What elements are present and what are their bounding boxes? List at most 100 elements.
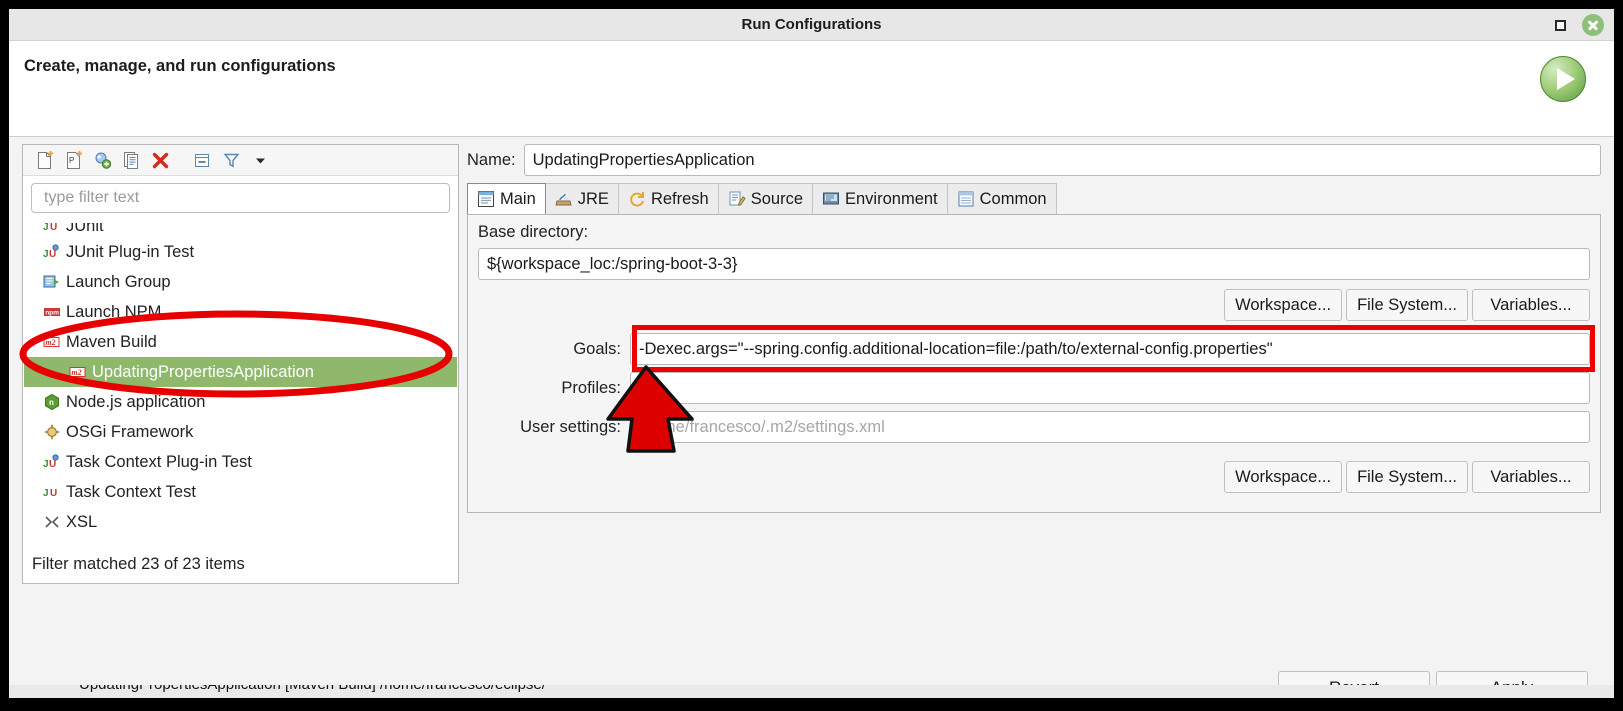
refresh-tab-icon [628,190,646,208]
name-label: Name: [467,151,516,170]
file-system-button[interactable]: File System... [1346,289,1468,321]
new-document-icon[interactable] [31,148,57,172]
revert-apply-buttons: Revert Apply [1278,671,1588,685]
configuration-name-input[interactable] [524,144,1601,176]
tree-item-label: XSL [66,513,97,532]
tab-label: Environment [845,190,938,209]
clipped-background-text: UpdatingPropertiesApplication [Maven Bui… [9,685,1614,698]
junit-plugin-icon: JU [42,453,62,471]
revert-button[interactable]: Revert [1278,671,1430,685]
apply-button[interactable]: Apply [1436,671,1588,685]
maximize-icon[interactable] [1552,16,1570,34]
filter-funnel-icon[interactable] [218,148,244,172]
tab-refresh[interactable]: Refresh [619,183,719,214]
tree-item-task-context-plug-in-test[interactable]: JUTask Context Plug-in Test [24,447,457,477]
delete-x-icon[interactable] [147,148,173,172]
close-icon[interactable] [1582,14,1604,36]
goals-row: Goals: [478,333,1590,365]
window-titlebar: Run Configurations [9,9,1614,41]
npm-icon: npm [42,303,62,321]
filter-status-text: Filter matched 23 of 23 items [24,546,457,582]
tab-label: Common [980,190,1047,209]
tree-item-label: Launch Group [66,273,171,292]
svg-text:U: U [49,459,56,470]
tree-item-label: JUnit Plug-in Test [66,243,194,262]
variables-button-2[interactable]: Variables... [1472,461,1590,493]
tree-item-maven-build[interactable]: ▾m2Maven Build [24,327,457,357]
chevron-down-icon[interactable] [247,148,273,172]
tab-source[interactable]: Source [719,183,813,214]
base-directory-input[interactable] [478,248,1590,280]
page-title: Create, manage, and run configurations [24,57,336,76]
variables-button[interactable]: Variables... [1472,289,1590,321]
svg-text:n: n [49,398,54,407]
tree-item-label: Task Context Plug-in Test [66,453,252,472]
export-icon[interactable] [89,148,115,172]
junit-icon: JU [42,223,62,235]
tree-item-junit[interactable]: JU JUnit [24,223,457,237]
tree-item-xsl[interactable]: XSL [24,507,457,537]
tab-label: Main [500,190,536,209]
configurations-tree-panel: P [22,144,459,584]
jre-tab-icon [555,190,573,208]
maven-m2-icon: m2 [68,363,88,381]
tree-item-node-js-application[interactable]: nNode.js application [24,387,457,417]
junit-plugin-icon: JU [42,243,62,261]
svg-text:U: U [49,249,56,260]
tree-item-label: JUnit [66,223,104,236]
tab-label: Source [751,190,803,209]
tree-item-updatingpropertiesapplication[interactable]: m2UpdatingPropertiesApplication [24,357,457,387]
goals-input[interactable] [630,333,1590,365]
duplicate-icon[interactable] [118,148,144,172]
configuration-editor: Name: Main JRE Refresh Source Environment Com… [467,144,1601,657]
launch-group-icon [42,273,62,291]
tab-common[interactable]: Common [948,183,1057,214]
goals-label: Goals: [478,340,630,359]
tab-label: JRE [578,190,609,209]
expand-arrow-icon[interactable]: ▾ [30,337,40,348]
collapse-all-icon[interactable] [189,148,215,172]
svg-text:npm: npm [45,310,59,317]
workspace-button-2[interactable]: Workspace... [1224,461,1342,493]
tab-label: Refresh [651,190,709,209]
configuration-tabs[interactable]: Main JRE Refresh Source Environment Common [467,182,1601,215]
tree-item-label: Task Context Test [66,483,196,502]
xsl-icon [42,513,62,531]
user-settings-buttons: Workspace... File System... Variables... [1224,461,1590,493]
osgi-icon [42,423,62,441]
tree-item-label: Launch NPM [66,303,161,322]
search-input[interactable] [42,188,439,208]
tab-jre[interactable]: JRE [546,183,619,214]
tree-item-launch-npm[interactable]: npm Launch NPM [24,297,457,327]
tab-main[interactable]: Main [467,183,546,214]
new-prototype-icon[interactable]: P [60,148,86,172]
profiles-row: Profiles: [478,372,1590,404]
svg-text:U: U [50,488,57,499]
user-settings-input[interactable] [630,411,1590,443]
window-title: Run Configurations [9,9,1614,40]
filter-input-wrapper[interactable] [31,183,450,213]
tree-item-launch-group[interactable]: Launch Group [24,267,457,297]
tree-item-junit-plug-in-test[interactable]: JUJUnit Plug-in Test [24,237,457,267]
tree-item-task-context-test[interactable]: JU Task Context Test [24,477,457,507]
svg-text:P: P [69,156,74,165]
tree-item-label: UpdatingPropertiesApplication [92,363,314,382]
name-row: Name: [467,144,1601,176]
svg-text:U: U [50,223,57,233]
svg-text:J: J [43,459,49,470]
workspace-button[interactable]: Workspace... [1224,289,1342,321]
svg-text:J: J [43,488,49,499]
profiles-input[interactable] [630,372,1590,404]
tree-toolbar: P [23,145,458,176]
nodejs-icon: n [42,393,62,411]
tree-item-label: OSGi Framework [66,423,193,442]
base-directory-label: Base directory: [478,223,588,242]
file-system-button-2[interactable]: File System... [1346,461,1468,493]
dialog-header: Create, manage, and run configurations [9,41,1614,137]
main-tab-icon [477,190,495,208]
tree-item-osgi-framework[interactable]: OSGi Framework [24,417,457,447]
tab-environment[interactable]: Environment [813,183,948,214]
svg-text:J: J [43,223,49,233]
configurations-tree[interactable]: JUJUnitJUJUnit Plug-in TestLaunch Groupn… [24,223,457,545]
profiles-label: Profiles: [478,379,630,398]
